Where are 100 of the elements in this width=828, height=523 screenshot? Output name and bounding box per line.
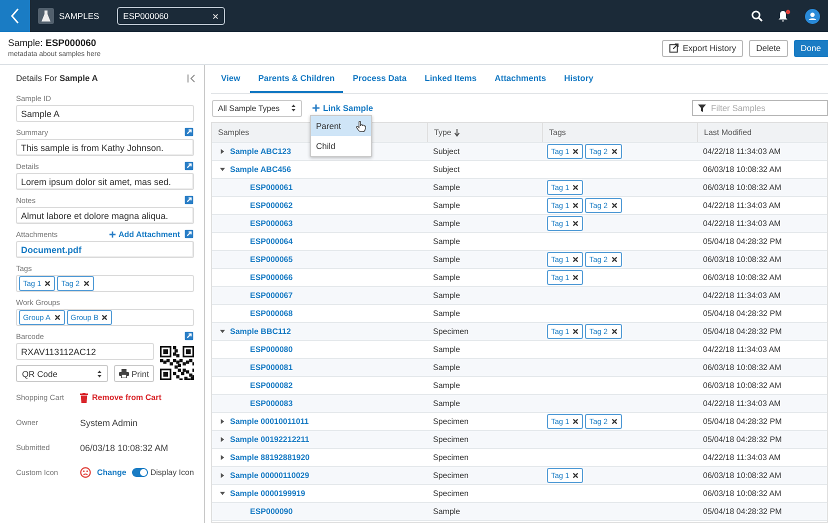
remove-icon[interactable]	[572, 328, 580, 335]
bell-icon[interactable]	[777, 9, 791, 23]
menu-item[interactable]: Child	[311, 136, 371, 156]
sort-down-icon[interactable]	[454, 128, 460, 136]
collapse-icon[interactable]	[187, 74, 196, 82]
select-arrows-icon	[96, 370, 102, 378]
sample-link[interactable]: Sample 00192212211	[230, 435, 310, 444]
remove-icon[interactable]	[572, 220, 580, 227]
header-button[interactable]: Done	[794, 40, 828, 56]
column-header[interactable]: Tags	[549, 128, 566, 137]
search-field[interactable]: ESP000060	[117, 7, 226, 25]
remove-icon[interactable]	[572, 202, 580, 209]
column-header[interactable]: Type	[434, 128, 452, 137]
user-avatar-icon[interactable]	[805, 8, 820, 24]
menu-item[interactable]: Parent	[311, 116, 371, 136]
sample-link[interactable]: ESP000065	[250, 255, 293, 264]
text-field[interactable]: Sample A	[16, 105, 194, 122]
sample-link[interactable]: ESP000068	[250, 309, 293, 318]
remove-icon[interactable]	[572, 184, 580, 191]
remove-icon[interactable]	[610, 148, 618, 155]
tab[interactable]: History	[556, 65, 602, 93]
toggle-switch[interactable]	[132, 468, 148, 477]
tab[interactable]: Attachments	[486, 65, 554, 93]
tab[interactable]: View	[213, 65, 248, 93]
link-sample-button[interactable]: Link Sample	[312, 103, 374, 113]
sample-link[interactable]: ESP000090	[250, 507, 293, 516]
back-button[interactable]	[0, 0, 30, 32]
text-area[interactable]: Lorem ipsum dolor sit amet, mas sed.	[16, 173, 194, 190]
barcode-field[interactable]: RXAV113112AC12	[16, 343, 154, 360]
sample-link[interactable]: ESP000080	[250, 345, 293, 354]
remove-icon[interactable]	[82, 280, 90, 287]
header-button[interactable]: Delete	[749, 40, 788, 56]
header-button[interactable]: Export History	[662, 40, 744, 56]
print-button[interactable]: Print	[114, 365, 154, 382]
tab[interactable]: Linked Items	[416, 65, 485, 93]
column-header[interactable]: Last Modified	[704, 128, 752, 137]
sample-link[interactable]: ESP000083	[250, 399, 293, 408]
remove-icon[interactable]	[610, 202, 618, 209]
caret-right-icon[interactable]	[220, 149, 225, 154]
filter-field[interactable]: Filter Samples	[692, 100, 828, 116]
attachment-field[interactable]: Document.pdf	[16, 241, 194, 258]
remove-icon[interactable]	[572, 148, 580, 155]
remove-icon[interactable]	[572, 274, 580, 281]
table-cell-text: Specimen	[432, 488, 470, 500]
sample-link[interactable]: Sample ABC456	[230, 165, 292, 174]
column-header[interactable]: Samples	[218, 128, 250, 137]
remove-icon[interactable]	[44, 280, 52, 287]
type-select[interactable]: All Sample Types	[212, 100, 302, 116]
sample-link[interactable]: Sample 88192881920	[230, 453, 310, 462]
qr-code	[160, 346, 194, 380]
sample-link[interactable]: Sample 00010011011	[230, 417, 309, 426]
caret-down-icon[interactable]	[220, 491, 225, 496]
sample-link[interactable]: ESP000067	[250, 291, 293, 300]
remove-link[interactable]: Remove from Cart	[80, 392, 162, 402]
open-external-icon[interactable]	[184, 161, 194, 171]
caret-right-icon[interactable]	[220, 419, 225, 424]
caret-right-icon[interactable]	[220, 437, 225, 442]
format-select[interactable]: QR Code	[16, 365, 108, 382]
caret-down-icon[interactable]	[220, 167, 225, 172]
sample-link[interactable]: ESP000063	[250, 219, 293, 228]
remove-icon[interactable]	[610, 328, 618, 335]
open-external-icon[interactable]	[184, 195, 194, 205]
sample-link[interactable]: Sample 00000110029	[230, 471, 310, 480]
table-cell-text: 06/03/18 10:08:32 AM	[702, 380, 782, 392]
sample-link[interactable]: ESP000062	[250, 201, 293, 210]
sad-face-icon	[80, 467, 91, 478]
page-title: Sample: ESP000060	[8, 38, 98, 49]
add-attachment-link[interactable]: Add Attachment	[108, 230, 180, 238]
change-link[interactable]: Change	[97, 468, 126, 477]
search-icon[interactable]	[751, 10, 763, 22]
remove-icon[interactable]	[610, 418, 618, 425]
clear-icon[interactable]	[212, 12, 220, 20]
sample-link[interactable]: Sample 0000199919	[230, 489, 306, 498]
select-arrows-icon	[291, 104, 296, 112]
sample-link[interactable]: ESP000082	[250, 381, 293, 390]
remove-icon[interactable]	[572, 472, 580, 479]
open-external-icon[interactable]	[184, 229, 194, 239]
caret-right-icon[interactable]	[220, 473, 225, 478]
sample-link[interactable]: Sample ABC123	[230, 147, 292, 156]
text-area[interactable]: Almut labore et dolore magna aliqua.	[16, 207, 194, 224]
table-cell-text: Specimen	[432, 470, 470, 482]
remove-icon[interactable]	[54, 314, 61, 321]
sample-link[interactable]: ESP000061	[250, 183, 293, 192]
sample-link[interactable]: Sample BBC112	[230, 327, 291, 336]
remove-icon[interactable]	[610, 256, 618, 263]
caret-down-icon[interactable]	[220, 329, 225, 334]
sample-link[interactable]: ESP000064	[250, 237, 293, 246]
open-external-icon[interactable]	[184, 331, 194, 341]
text-area[interactable]: This sample is from Kathy Johnson.	[16, 139, 194, 156]
sample-link[interactable]: ESP000066	[250, 273, 293, 282]
open-external-icon[interactable]	[184, 127, 194, 137]
caret-right-icon[interactable]	[220, 455, 225, 460]
tab[interactable]: Process Data	[344, 65, 415, 93]
sample-link[interactable]: ESP000081	[250, 363, 293, 372]
remove-icon[interactable]	[101, 314, 108, 321]
table-cell-text: 06/03/18 10:08:32 AM	[702, 182, 782, 194]
tab[interactable]: Parents & Children	[250, 65, 343, 93]
field-value: System Admin	[80, 418, 138, 428]
remove-icon[interactable]	[572, 418, 580, 425]
remove-icon[interactable]	[572, 256, 580, 263]
